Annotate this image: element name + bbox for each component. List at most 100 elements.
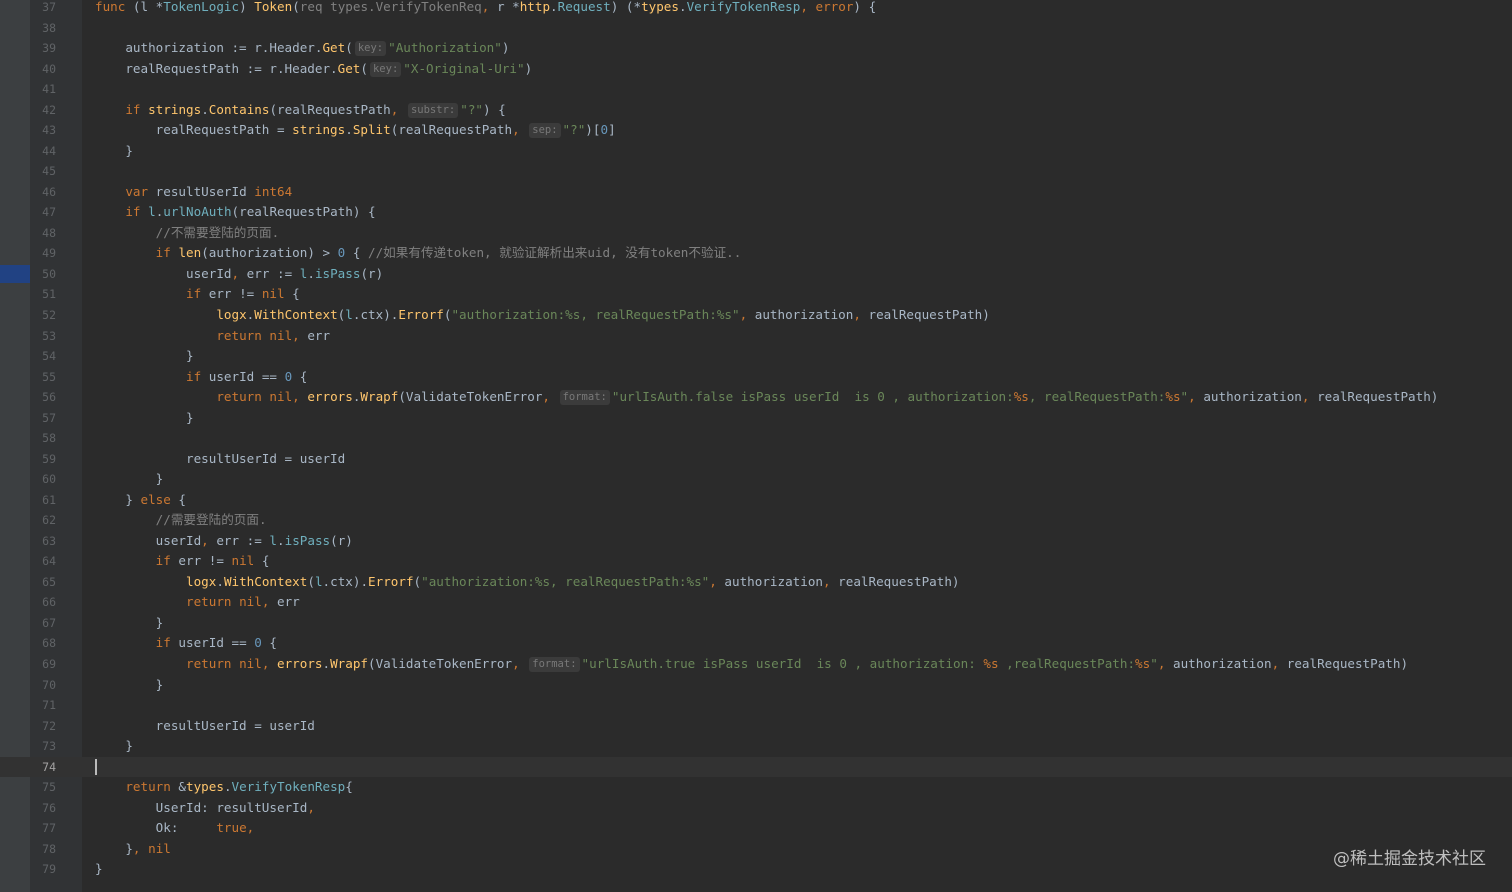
code-editor[interactable]: 37 func (l *TokenLogic) Token(req types.V… <box>0 0 1512 880</box>
line-number: 60 <box>42 472 56 487</box>
code-line: 58 <box>0 428 1512 449</box>
code-text: UserId: resultUserId, <box>95 799 315 815</box>
line-number: 76 <box>42 800 56 815</box>
code-line: 66 return nil, err <box>0 592 1512 613</box>
code-text: } <box>95 861 103 877</box>
code-line: 61 } else { <box>0 490 1512 511</box>
line-number: 50 <box>42 266 56 281</box>
code-line: 65 logx.WithContext(l.ctx).Errorf("autho… <box>0 572 1512 593</box>
code-text: resultUserId = userId <box>95 717 315 733</box>
line-number: 56 <box>42 390 56 405</box>
code-text: if strings.Contains(realRequestPath, sub… <box>125 101 506 118</box>
code-line: 79} <box>0 859 1512 880</box>
code-text: realRequestPath := r.Header.Get(key: "X-O… <box>95 60 533 77</box>
code-text: //不需要登陆的页面. <box>95 223 280 244</box>
text-caret <box>95 758 97 775</box>
code-line: 67 } <box>0 613 1512 634</box>
code-text: } <box>95 738 133 754</box>
line-number: 39 <box>42 41 56 56</box>
line-number: 51 <box>42 287 56 302</box>
code-line: 70 } <box>0 675 1512 696</box>
code-line: 73 } <box>0 736 1512 757</box>
code-line: 57 } <box>0 408 1512 429</box>
code-text: }, nil <box>95 840 171 856</box>
line-number: 78 <box>42 841 56 856</box>
code-line: 60 } <box>0 469 1512 490</box>
line-number: 62 <box>42 513 56 528</box>
code-line: 69 return nil, errors.Wrapf(ValidateToke… <box>0 654 1512 675</box>
line-number: 69 <box>42 657 56 671</box>
line-number: 49 <box>42 246 56 261</box>
param-hint-key: key: <box>354 41 387 57</box>
current-code-line[interactable]: 74 <box>0 756 1512 778</box>
code-text: return nil, err <box>216 327 331 343</box>
code-text: if userId == 0 { <box>155 635 278 651</box>
line-number: 46 <box>42 184 56 199</box>
code-line: 44 } <box>0 141 1512 162</box>
line-number: 68 <box>42 636 56 651</box>
code-line: 46 var resultUserId int64 <box>0 182 1512 203</box>
code-text: if err != nil { <box>186 286 300 302</box>
code-text: } <box>95 409 194 425</box>
code-text: var resultUserId int64 <box>125 183 293 199</box>
code-text: realRequestPath = strings.Split(realRequ… <box>95 122 616 139</box>
param-hint-format: format: <box>559 390 610 406</box>
string-literal: "Authorization" <box>388 40 502 56</box>
line-number: 64 <box>42 554 56 569</box>
param-hint-sep: sep: <box>529 123 561 139</box>
string-literal: " <box>1180 389 1189 405</box>
string-literal: "urlIsAuth.false isPass userId is 0 , au… <box>611 389 1014 405</box>
line-number: 65 <box>42 574 56 589</box>
line-number: 38 <box>42 20 56 35</box>
line-number: 44 <box>42 143 56 158</box>
code-line: 75 return &types.VerifyTokenResp{ <box>0 777 1512 798</box>
code-line: 42 if strings.Contains(realRequestPath, … <box>0 100 1512 121</box>
line-number: 75 <box>42 780 56 795</box>
code-text: if userId == 0 { <box>186 368 308 384</box>
code-text: logx.WithContext(l.ctx).Errorf("authoriz… <box>186 573 960 589</box>
line-number: 58 <box>42 431 56 446</box>
code-text: } <box>95 348 194 364</box>
line-number: 52 <box>42 307 56 322</box>
code-text: resultUserId = userId <box>95 450 346 466</box>
code-line: 63 userId, err := l.isPass(r) <box>0 531 1512 552</box>
line-number: 41 <box>42 82 56 97</box>
code-comment: //不需要登陆的页面. <box>155 224 280 240</box>
code-line: 37 func (l *TokenLogic) Token(req types.V… <box>0 0 1512 18</box>
string-literal: " <box>1150 656 1158 671</box>
format-verb: %s <box>1165 389 1181 405</box>
line-number: 43 <box>42 123 56 138</box>
code-comment: //如果有传递token, 就验证解析出来uid, 没有token不验证.. <box>368 245 742 261</box>
string-literal: "authorization:%s, realRequestPath:%s" <box>451 306 740 322</box>
line-number: 67 <box>42 615 56 630</box>
line-number: 57 <box>42 410 56 425</box>
code-line: 45 <box>0 161 1512 182</box>
line-number: 37 <box>42 0 56 14</box>
watermark: @稀土掘金技术社区 <box>1333 849 1486 869</box>
line-number: 61 <box>42 492 56 507</box>
line-number: 70 <box>42 677 56 692</box>
code-text: userId, err := l.isPass(r) <box>95 265 384 281</box>
code-text: return nil, errors.Wrapf(ValidateTokenEr… <box>216 389 1439 406</box>
line-number: 73 <box>42 739 56 754</box>
code-line: 56 return nil, errors.Wrapf(ValidateToke… <box>0 387 1512 408</box>
code-text: logx.WithContext(l.ctx).Errorf("authoriz… <box>216 306 990 322</box>
code-line: 51 if err != nil { <box>0 284 1512 305</box>
string-literal: "X-Original-Uri" <box>403 60 525 76</box>
code-text: userId, err := l.isPass(r) <box>95 532 353 548</box>
code-line: 54 } <box>0 346 1512 367</box>
code-text: } else { <box>95 491 187 507</box>
line-number: 42 <box>42 102 56 117</box>
code-text: Ok: true, <box>95 820 255 836</box>
line-number: 45 <box>42 164 56 179</box>
code-line: 40 realRequestPath := r.Header.Get(key: "… <box>0 59 1512 80</box>
code-comment: //需要登陆的页面. <box>155 512 267 528</box>
code-text: return nil, err <box>186 594 300 610</box>
code-line: 38 <box>0 18 1512 39</box>
format-verb: %s <box>983 656 999 671</box>
line-number: 71 <box>42 698 56 713</box>
code-line: 78 }, nil <box>0 839 1512 860</box>
code-text: //需要登陆的页面. <box>95 510 267 531</box>
string-literal: "urlIsAuth.true isPass userId is 0 , aut… <box>581 656 984 671</box>
code-line: 41 <box>0 79 1512 100</box>
